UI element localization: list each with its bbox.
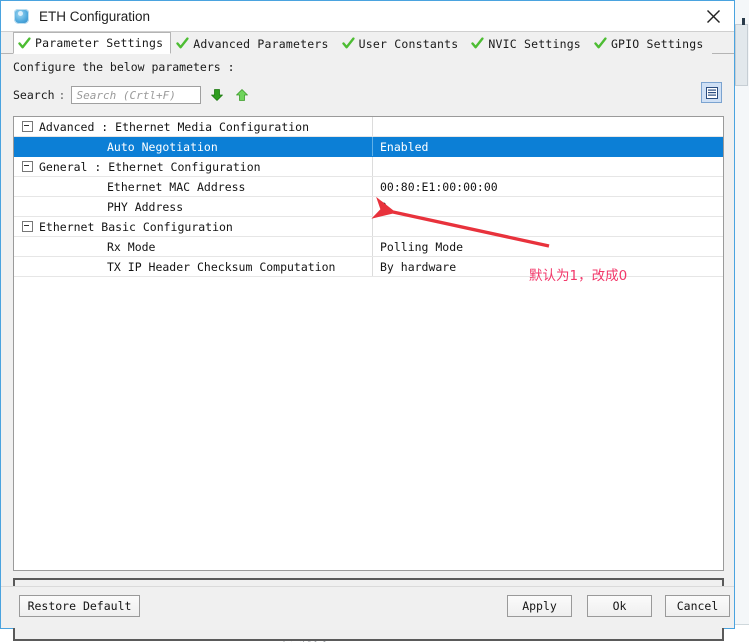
row-label: General : Ethernet Configuration: [39, 159, 261, 174]
row-name-cell: Advanced : Ethernet Media Configuration: [14, 117, 372, 136]
table-row[interactable]: Auto Negotiation Enabled: [14, 137, 723, 157]
background-scrollbar-thumb[interactable]: [735, 24, 748, 86]
table-row[interactable]: PHY Address 0: [14, 197, 723, 217]
configure-hint-label: Configure the below parameters :: [13, 60, 235, 74]
green-check-icon: [471, 37, 484, 50]
close-icon[interactable]: [698, 4, 728, 28]
tab-gpio-settings[interactable]: GPIO Settings: [588, 32, 712, 54]
row-label: PHY Address: [107, 199, 184, 214]
row-name-cell: Ethernet MAC Address: [14, 177, 372, 196]
cancel-button[interactable]: Cancel: [665, 595, 730, 617]
green-check-icon: [594, 37, 607, 50]
row-label: Auto Negotiation: [107, 139, 218, 154]
tab-label: NVIC Settings: [488, 36, 581, 51]
row-value-cell[interactable]: [372, 157, 723, 176]
tab-label: GPIO Settings: [610, 36, 704, 51]
row-name-cell: Ethernet Basic Configuration: [14, 217, 372, 236]
row-label: Rx Mode: [107, 239, 156, 254]
table-row[interactable]: Advanced : Ethernet Media Configuration: [14, 117, 723, 137]
dialog-title: ETH Configuration: [39, 8, 151, 24]
row-name-cell: TX IP Header Checksum Computation: [14, 257, 372, 276]
collapse-icon[interactable]: [22, 121, 33, 132]
table-row[interactable]: General : Ethernet Configuration: [14, 157, 723, 177]
apply-button[interactable]: Apply: [507, 595, 572, 617]
row-value-cell[interactable]: By hardware: [372, 257, 723, 276]
tab-nvic-settings[interactable]: NVIC Settings: [466, 32, 589, 54]
arrow-down-icon[interactable]: [208, 86, 226, 104]
search-row: Search :: [13, 86, 251, 104]
table-row[interactable]: Ethernet Basic Configuration: [14, 217, 723, 237]
ok-button[interactable]: Ok: [587, 595, 652, 617]
row-label: Advanced : Ethernet Media Configuration: [39, 119, 310, 134]
row-name-cell: Rx Mode: [14, 237, 372, 256]
search-colon: :: [58, 88, 66, 102]
row-value-cell[interactable]: [372, 217, 723, 236]
search-label: Search: [13, 88, 55, 102]
green-check-icon: [341, 37, 355, 50]
row-label: Ethernet MAC Address: [107, 179, 246, 194]
background-scrollbar-marker: [742, 18, 745, 25]
row-value-cell[interactable]: [372, 117, 723, 136]
background-scrollbar[interactable]: [734, 0, 749, 626]
tab-parameter-settings[interactable]: Parameter Settings: [13, 32, 172, 54]
collapse-icon[interactable]: [22, 161, 33, 172]
dialog-footer: Restore Default Apply Ok Cancel: [1, 586, 734, 628]
tab-label: Advanced Parameters: [193, 36, 329, 51]
tab-label: User Constants: [358, 36, 459, 51]
arrow-up-icon[interactable]: [233, 86, 251, 104]
row-name-cell: Auto Negotiation: [14, 137, 372, 156]
tab-user-constants[interactable]: User Constants: [336, 32, 467, 54]
table-empty-area: [14, 277, 723, 570]
list-view-icon[interactable]: [701, 82, 722, 103]
table-row[interactable]: Ethernet MAC Address 00:80:E1:00:00:00: [14, 177, 723, 197]
collapse-icon[interactable]: [22, 221, 33, 232]
tab-label: Parameter Settings: [35, 36, 164, 50]
dialog-titlebar: ETH Configuration: [1, 1, 734, 31]
search-input[interactable]: [71, 86, 202, 104]
row-value-cell[interactable]: 00:80:E1:00:00:00: [372, 177, 723, 196]
row-value-cell[interactable]: Enabled: [372, 137, 723, 156]
row-label: Ethernet Basic Configuration: [39, 219, 233, 234]
green-check-icon: [18, 36, 31, 50]
parameter-table[interactable]: Advanced : Ethernet Media Configuration …: [13, 116, 724, 571]
tab-bar: Parameter Settings Advanced Parameters U…: [1, 31, 734, 54]
eth-configuration-dialog: ETH Configuration Parameter Settings Adv…: [0, 0, 735, 641]
table-row[interactable]: TX IP Header Checksum Computation By har…: [14, 257, 723, 277]
row-value-cell[interactable]: 0: [372, 197, 723, 216]
green-check-icon: [176, 37, 189, 50]
tab-advanced-parameters[interactable]: Advanced Parameters: [171, 32, 337, 54]
row-label: TX IP Header Checksum Computation: [107, 259, 336, 274]
row-name-cell: PHY Address: [14, 197, 372, 216]
restore-default-button[interactable]: Restore Default: [19, 595, 140, 617]
row-value-cell[interactable]: Polling Mode: [372, 237, 723, 256]
dialog-body: Configure the below parameters : Search …: [1, 54, 734, 641]
stm32cube-icon: [14, 8, 29, 24]
row-name-cell: General : Ethernet Configuration: [14, 157, 372, 176]
table-row[interactable]: Rx Mode Polling Mode: [14, 237, 723, 257]
